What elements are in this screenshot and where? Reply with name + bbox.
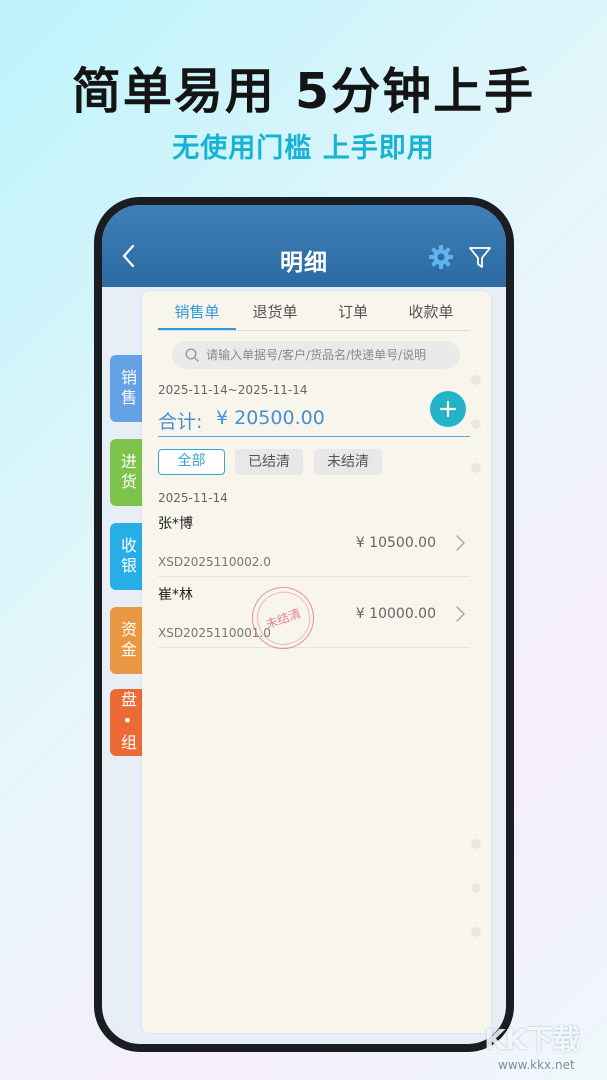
watermark-logo: KK下载 — [484, 1023, 580, 1056]
app-bar: 明细 — [102, 205, 506, 287]
customer-name: 崔*林 — [158, 587, 193, 603]
order-number: XSD2025110002.0 — [158, 555, 271, 569]
filter-all[interactable]: 全部 — [158, 449, 225, 475]
total-value: ¥ 20500.00 — [216, 407, 325, 429]
settings-button[interactable] — [427, 243, 455, 271]
tab-receipt[interactable]: 收款单 — [392, 295, 470, 330]
order-amount: ¥ 10500.00 — [355, 535, 436, 551]
funnel-icon — [469, 247, 491, 268]
search-input[interactable] — [206, 341, 456, 369]
add-button[interactable] — [430, 391, 466, 427]
search-bar — [172, 341, 460, 369]
date-range[interactable]: 2025-11-14~2025-11-14 — [158, 383, 308, 397]
promo-subheadline: 无使用门槛 上手即用 — [172, 133, 435, 164]
binder-ring — [471, 839, 481, 849]
filter-button[interactable] — [467, 243, 493, 271]
binder-ring — [471, 927, 481, 937]
binder-ring — [471, 463, 481, 473]
watermark-url: www.kkx.net — [498, 1058, 575, 1072]
side-tab-cashier[interactable]: 收银 — [110, 523, 144, 590]
tab-order[interactable]: 订单 — [314, 295, 392, 330]
tab-sales-order[interactable]: 销售单 — [158, 295, 236, 330]
tab-return-order[interactable]: 退货单 — [236, 295, 314, 330]
side-tab-inventory[interactable]: 盘•组 — [110, 689, 144, 756]
side-tab-sales[interactable]: 销售 — [110, 355, 144, 422]
phone-screen: 明细 销售 进货 收银 资金 盘•组 销售单 退货单 订单 收款单 请输入单据号… — [102, 205, 506, 1044]
binder-ring — [471, 375, 481, 385]
search-icon — [185, 348, 199, 362]
order-amount: ¥ 10000.00 — [355, 606, 436, 622]
customer-name: 张*博 — [158, 516, 193, 532]
side-tab-purchase[interactable]: 进货 — [110, 439, 144, 506]
document-type-tabs: 销售单 退货单 订单 收款单 — [158, 295, 470, 331]
order-row[interactable]: 张*博 ¥ 10500.00 XSD2025110002.0 — [158, 509, 470, 577]
group-date: 2025-11-14 — [158, 491, 228, 505]
gear-icon — [429, 245, 453, 269]
phone-frame: 明细 销售 进货 收银 资金 盘•组 销售单 退货单 订单 收款单 请输入单据号… — [94, 197, 514, 1052]
site-watermark: KK下载 www.kkx.net — [484, 1008, 602, 1076]
total-summary: 合计: ¥ 20500.00 — [158, 405, 470, 437]
chevron-right-icon — [456, 606, 465, 622]
filter-unsettled[interactable]: 未结清 — [314, 449, 382, 475]
total-label: 合计: — [158, 411, 203, 433]
side-tab-funds[interactable]: 资金 — [110, 607, 144, 674]
detail-panel: 销售单 退货单 订单 收款单 2025-11-14~2025-11-14 合计:… — [142, 291, 491, 1033]
binder-ring — [471, 883, 481, 893]
chevron-right-icon — [456, 535, 465, 551]
binder-ring — [471, 419, 481, 429]
plus-icon — [439, 400, 457, 418]
promo-headline: 简单易用 5分钟上手 — [71, 63, 536, 120]
filter-settled[interactable]: 已结清 — [235, 449, 303, 475]
